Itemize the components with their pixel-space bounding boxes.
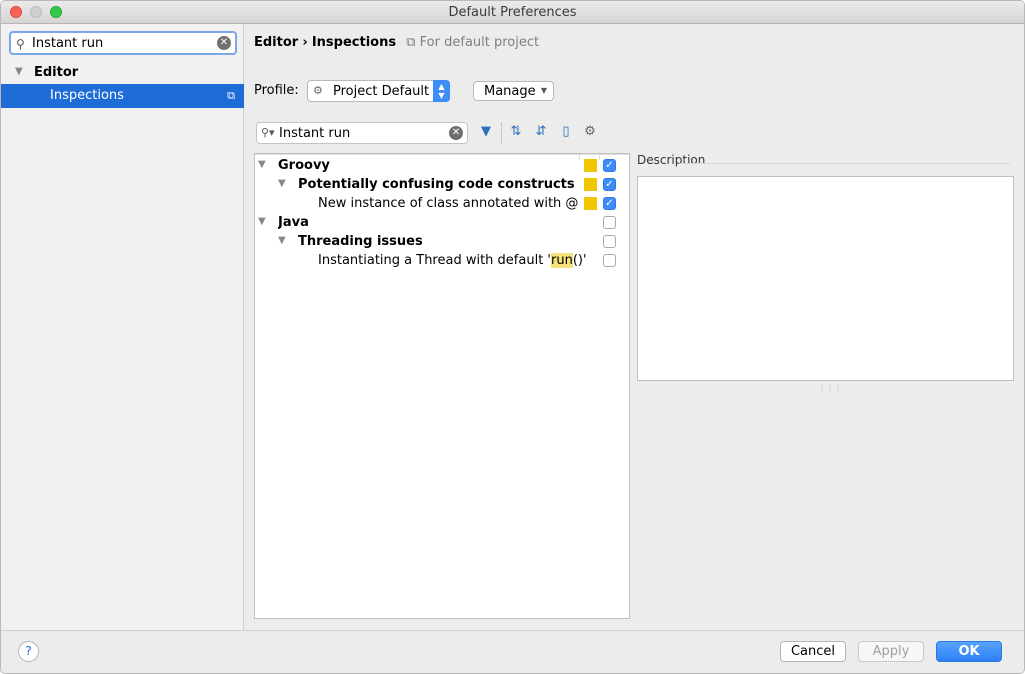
manage-label: Manage <box>484 84 536 99</box>
toolbar-divider <box>501 123 502 143</box>
row-label: Groovy <box>278 158 330 173</box>
chevron-down-icon: ▼ <box>540 86 547 95</box>
scope-text: For default project <box>419 35 540 50</box>
tree-row-groovy[interactable]: ▼ Groovy ✓ <box>255 156 629 175</box>
chevron-updown-icon: ▲ ▼ <box>433 80 450 102</box>
search-highlight: run <box>551 253 573 268</box>
inspection-filter-input[interactable]: ⚲▾ Instant run ✕ <box>256 122 468 144</box>
enabled-checkbox[interactable] <box>603 235 616 248</box>
description-label: Description <box>637 153 706 167</box>
apply-button[interactable]: Apply <box>858 641 924 662</box>
expand-arrow-icon[interactable]: ▼ <box>258 159 266 170</box>
enabled-checkbox[interactable] <box>603 216 616 229</box>
profile-icon: ⚙ <box>313 84 323 97</box>
settings-search-value: Instant run <box>32 36 104 51</box>
row-label: Java <box>278 215 309 230</box>
search-icon: ⚲▾ <box>261 126 275 139</box>
resize-grip-icon[interactable]: ⋮⋮⋮ <box>818 383 842 392</box>
clear-search-icon[interactable]: ✕ <box>217 36 231 50</box>
preferences-window: Default Preferences ⚲ Instant run ✕ ▼ Ed… <box>0 0 1025 674</box>
profile-select[interactable]: ⚙ Project Default ▲ ▼ <box>307 80 450 102</box>
sidebar-item-label: Inspections <box>50 88 124 103</box>
breadcrumb-separator: › <box>302 35 308 50</box>
cancel-button[interactable]: Cancel <box>780 641 846 662</box>
tree-row-singleton-instance[interactable]: New instance of class annotated with @gr… <box>255 194 629 213</box>
expand-arrow-icon[interactable]: ▼ <box>258 216 266 227</box>
breadcrumb: Editor › Inspections ⧉ For default proje… <box>254 35 539 50</box>
severity-warning-icon <box>584 197 597 210</box>
scope-label: ⧉ For default project <box>406 35 539 50</box>
sidebar-item-label: Editor <box>34 65 79 80</box>
row-label: Potentially confusing code constructs <box>298 177 575 192</box>
row-label: Instantiating a Thread with default 'run… <box>318 253 587 268</box>
enabled-checkbox[interactable]: ✓ <box>603 178 616 191</box>
inspection-tree: ▼ Groovy ✓ ▼ Potentially confusing code … <box>254 153 630 619</box>
sidebar-item-inspections[interactable]: Inspections ⧉ <box>1 84 244 108</box>
tree-row-thread-default-run[interactable]: Instantiating a Thread with default 'run… <box>255 251 629 270</box>
description-panel <box>637 176 1014 381</box>
row-label-suffix: ()' <box>572 253 587 268</box>
help-button[interactable]: ? <box>18 641 39 662</box>
tree-row-threading-issues[interactable]: ▼ Threading issues <box>255 232 629 251</box>
project-scope-icon: ⧉ <box>406 35 420 50</box>
settings-sidebar: ⚲ Instant run ✕ ▼ Editor Inspections ⧉ <box>1 24 244 630</box>
settings-icon[interactable]: ⚙ <box>581 124 599 142</box>
expand-arrow-icon[interactable]: ▼ <box>15 66 23 77</box>
severity-warning-icon <box>584 159 597 172</box>
manage-button[interactable]: Manage ▼ <box>473 81 554 101</box>
project-scope-icon: ⧉ <box>227 89 235 102</box>
row-label: New instance of class annotated with @gr… <box>318 196 579 211</box>
breadcrumb-editor: Editor <box>254 35 299 50</box>
row-label-prefix: Instantiating a Thread with default ' <box>318 253 552 268</box>
filter-icon[interactable]: ▼ <box>477 124 495 142</box>
collapse-all-icon[interactable]: ⇵ <box>532 124 550 142</box>
severity-warning-icon <box>584 178 597 191</box>
expand-all-icon[interactable]: ⇅ <box>507 124 525 142</box>
clear-filter-icon[interactable]: ✕ <box>449 126 463 140</box>
tree-row-java[interactable]: ▼ Java <box>255 213 629 232</box>
tree-row-confusing-constructs[interactable]: ▼ Potentially confusing code constructs … <box>255 175 629 194</box>
reset-icon[interactable]: ▯ <box>557 124 575 142</box>
search-icon: ⚲ <box>16 37 25 51</box>
breadcrumb-inspections: Inspections <box>311 35 397 50</box>
filter-value: Instant run <box>279 126 351 141</box>
sidebar-item-editor[interactable]: ▼ Editor <box>1 62 244 84</box>
profile-label: Profile: <box>254 83 299 98</box>
tree-header-line <box>255 154 629 155</box>
dialog-button-bar: ? Cancel Apply OK <box>1 630 1024 673</box>
description-separator <box>679 163 1010 164</box>
expand-arrow-icon[interactable]: ▼ <box>278 178 286 189</box>
settings-search-input[interactable]: ⚲ Instant run ✕ <box>9 31 237 55</box>
window-title: Default Preferences <box>448 5 577 20</box>
row-label: Threading issues <box>298 234 423 249</box>
title-bar: Default Preferences <box>1 1 1024 24</box>
expand-arrow-icon[interactable]: ▼ <box>278 235 286 246</box>
ok-button[interactable]: OK <box>936 641 1002 662</box>
enabled-checkbox[interactable]: ✓ <box>603 197 616 210</box>
enabled-checkbox[interactable] <box>603 254 616 267</box>
enabled-checkbox[interactable]: ✓ <box>603 159 616 172</box>
profile-value: Project Default <box>333 84 430 99</box>
